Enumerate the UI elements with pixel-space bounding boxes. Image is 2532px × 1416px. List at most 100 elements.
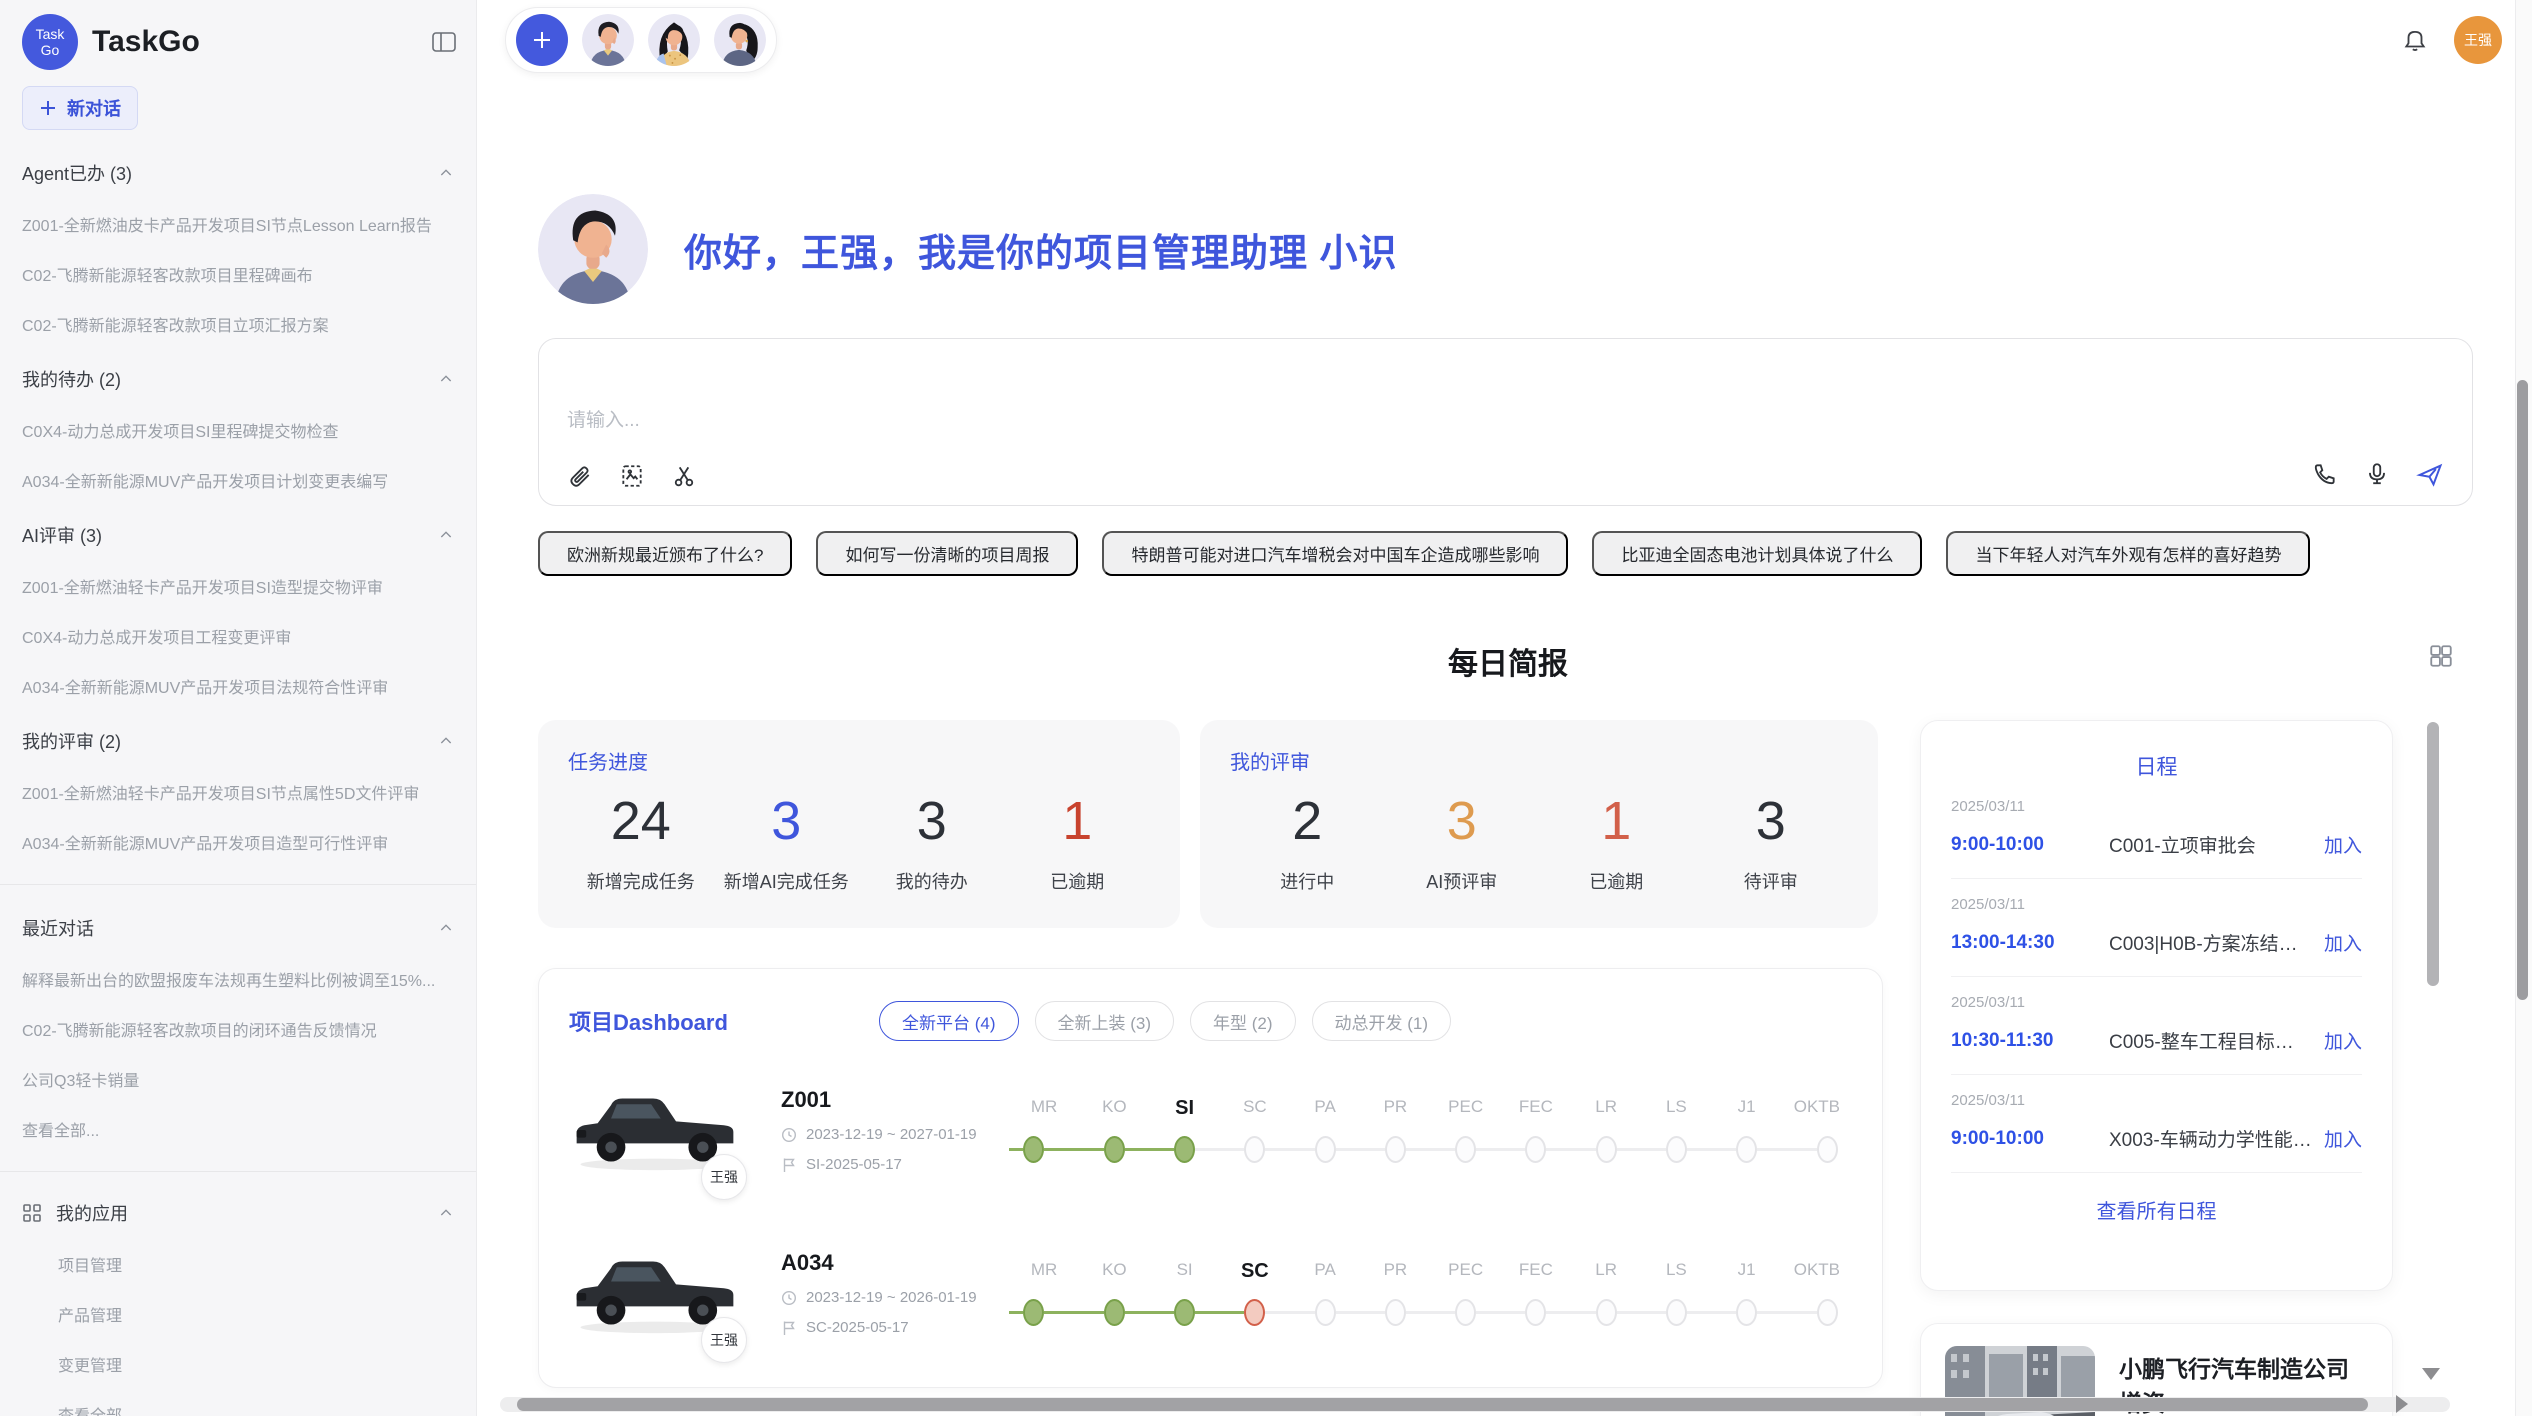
sidebar-item[interactable]: Z001-全新燃油轻卡产品开发项目SI造型提交物评审 — [22, 574, 454, 598]
sidebar-item[interactable]: C0X4-动力总成开发项目工程变更评审 — [22, 624, 454, 648]
schedule-item: 2025/03/11 10:30-11:30 C005-整车工程目标评审 加入 — [1951, 977, 2362, 1075]
suggestion-chip[interactable]: 当下年轻人对汽车外观有怎样的喜好趋势 — [1946, 531, 2310, 576]
group-label: 我的评审 (2) — [22, 728, 121, 754]
recent-chat-item[interactable]: C02-飞腾新能源轻客改款项目的闭环通告反馈情况 — [22, 1017, 454, 1041]
sidebar-item[interactable]: Z001-全新燃油轻卡产品开发项目SI节点属性5D文件评审 — [22, 780, 454, 804]
milestone-dot-pr — [1385, 1136, 1406, 1163]
recent-chat-item[interactable]: 公司Q3轻卡销量 — [22, 1067, 454, 1091]
scissors-icon[interactable] — [671, 463, 697, 489]
stat-new-ai-done: 3 新增AI完成任务 — [714, 789, 860, 894]
sidebar-item-my-apps[interactable]: 我的应用 — [22, 1200, 454, 1226]
suggestion-chips: 欧洲新规最近颁布了什么? 如何写一份清晰的项目周报 特朗普可能对进口汽车增税会对… — [538, 531, 2471, 576]
milestone-j1: J1 — [1712, 1260, 1782, 1326]
divider — [0, 1171, 476, 1172]
new-chat-button[interactable]: 新对话 — [22, 86, 138, 130]
suggestion-chip[interactable]: 欧洲新规最近颁布了什么? — [538, 531, 792, 576]
filter-year-model[interactable]: 年型 (2) — [1190, 1001, 1296, 1041]
content-vertical-scrollbar-thumb[interactable] — [2427, 722, 2439, 986]
group-header-ai-review[interactable]: AI评审 (3) — [22, 522, 454, 548]
stat-overdue: 1 已逾期 — [1005, 789, 1151, 894]
sidebar-item[interactable]: C02-飞腾新能源轻客改款项目立项汇报方案 — [22, 312, 454, 336]
scroll-right-arrow-icon[interactable] — [2396, 1395, 2408, 1413]
collapse-sidebar-icon[interactable] — [432, 32, 456, 52]
microphone-icon[interactable] — [2364, 461, 2390, 489]
notification-bell-icon[interactable] — [2402, 27, 2428, 53]
agent-avatar-1[interactable] — [582, 14, 634, 66]
filter-new-body[interactable]: 全新上装 (3) — [1035, 1001, 1175, 1041]
suggestion-chip[interactable]: 比亚迪全固态电池计划具体说了什么 — [1592, 531, 1922, 576]
composer — [538, 338, 2473, 506]
join-link[interactable]: 加入 — [2324, 1027, 2362, 1054]
schedule-item: 2025/03/11 9:00-10:00 C001-立项审批会 加入 — [1951, 781, 2362, 879]
topbar-right: 王强 — [2402, 16, 2502, 64]
join-link[interactable]: 加入 — [2324, 831, 2362, 858]
horizontal-scrollbar-thumb[interactable] — [517, 1398, 2368, 1411]
milestone-si: SI — [1150, 1097, 1220, 1163]
right-column: 日程 2025/03/11 9:00-10:00 C001-立项审批会 加入 2… — [1920, 720, 2393, 1416]
filter-new-platform[interactable]: 全新平台 (4) — [879, 1001, 1019, 1041]
composer-left-icons — [567, 463, 697, 489]
sidebar-item[interactable]: A034-全新新能源MUV产品开发项目法规符合性评审 — [22, 674, 454, 698]
project-row-z001[interactable]: 王强 Z001 2023-12-19 ~ 2027-01-19 — [569, 1065, 1852, 1195]
milestone-dot-fec — [1525, 1136, 1546, 1163]
recent-view-all[interactable]: 查看全部... — [22, 1117, 454, 1141]
layout-grid-icon[interactable] — [2428, 643, 2454, 674]
topbar: 王强 — [477, 0, 2532, 80]
chevron-up-icon — [438, 1205, 454, 1221]
group-label: Agent已办 (3) — [22, 160, 132, 186]
image-upload-icon[interactable] — [619, 463, 645, 489]
filter-powertrain[interactable]: 动总开发 (1) — [1312, 1001, 1452, 1041]
sidebar-nav: Agent已办 (3) Z001-全新燃油皮卡产品开发项目SI节点Lesson … — [0, 160, 476, 1416]
app-item-product-mgmt[interactable]: 产品管理 — [22, 1302, 454, 1326]
view-all-schedule-link[interactable]: 查看所有日程 — [1951, 1173, 2362, 1246]
milestone-fec: FEC — [1501, 1260, 1571, 1326]
group-header-my-todo[interactable]: 我的待办 (2) — [22, 366, 454, 392]
project-row-partial — [569, 1375, 1852, 1388]
user-avatar[interactable]: 王强 — [2454, 16, 2502, 64]
schedule-name: C005-整车工程目标评审 — [2109, 1027, 2312, 1054]
agent-avatar-2[interactable] — [648, 14, 700, 66]
app-item-project-mgmt[interactable]: 项目管理 — [22, 1252, 454, 1276]
milestone-oktb: OKTB — [1782, 1260, 1852, 1326]
agent-avatar-3[interactable] — [714, 14, 766, 66]
recent-chat-item[interactable]: 解释最新出台的欧盟报废车法规再生塑料比例被调至15%... — [22, 967, 454, 991]
project-info: Z001 2023-12-19 ~ 2027-01-19 SI-2025-05-… — [781, 1087, 1009, 1173]
suggestion-chip[interactable]: 如何写一份清晰的项目周报 — [816, 531, 1078, 576]
project-row-a034[interactable]: 王强 A034 2023-12-19 ~ 2026-01-19 — [569, 1228, 1852, 1358]
group-header-recent-chats[interactable]: 最近对话 — [22, 915, 454, 941]
group-header-my-review[interactable]: 我的评审 (2) — [22, 728, 454, 754]
plus-icon — [39, 99, 57, 117]
chat-input[interactable] — [567, 405, 2167, 445]
join-link[interactable]: 加入 — [2324, 929, 2362, 956]
milestone-lr: LR — [1571, 1260, 1641, 1326]
group-header-agent-done[interactable]: Agent已办 (3) — [22, 160, 454, 186]
sidebar-item[interactable]: C02-飞腾新能源轻客改款项目里程碑画布 — [22, 262, 454, 286]
scroll-down-arrow-icon[interactable] — [2422, 1368, 2440, 1380]
milestone-ls: LS — [1641, 1260, 1711, 1326]
join-link[interactable]: 加入 — [2324, 1125, 2362, 1152]
daily-brief-title: 每日简报 — [538, 639, 2478, 683]
milestone-dot-j1 — [1736, 1136, 1757, 1163]
milestone-dot-mr — [1023, 1299, 1044, 1326]
owner-badge: 王强 — [701, 1317, 747, 1363]
voice-call-icon[interactable] — [2312, 461, 2338, 489]
sidebar-item[interactable]: A034-全新新能源MUV产品开发项目造型可行性评审 — [22, 830, 454, 854]
stat-ai-pre-review: 3 AI预评审 — [1385, 789, 1540, 894]
suggestion-chip[interactable]: 特朗普可能对进口汽车增税会对中国车企造成哪些影响 — [1102, 531, 1568, 576]
apps-view-all[interactable]: 查看全部... — [22, 1402, 454, 1416]
schedule-card: 日程 2025/03/11 9:00-10:00 C001-立项审批会 加入 2… — [1920, 720, 2393, 1291]
attachment-icon[interactable] — [567, 463, 593, 489]
milestone-track: MRKOSISCPAPRPECFECLRLSJ1OKTB — [1009, 1260, 1852, 1326]
sidebar-item[interactable]: C0X4-动力总成开发项目SI里程碑提交物检查 — [22, 418, 454, 442]
sidebar-item[interactable]: A034-全新新能源MUV产品开发项目计划变更表编写 — [22, 468, 454, 492]
send-icon[interactable] — [2416, 461, 2444, 489]
milestone-dot-mr — [1023, 1136, 1044, 1163]
window-vertical-scrollbar-thumb[interactable] — [2517, 380, 2528, 1000]
app-item-change-mgmt[interactable]: 变更管理 — [22, 1352, 454, 1376]
milestone-dot-lr — [1596, 1136, 1617, 1163]
schedule-time: 9:00-10:00 — [1951, 1128, 2089, 1150]
add-agent-button[interactable] — [516, 14, 568, 66]
milestone-sc: SC — [1220, 1260, 1290, 1326]
sidebar-item[interactable]: Z001-全新燃油皮卡产品开发项目SI节点Lesson Learn报告 — [22, 212, 454, 236]
chevron-up-icon — [438, 371, 454, 387]
